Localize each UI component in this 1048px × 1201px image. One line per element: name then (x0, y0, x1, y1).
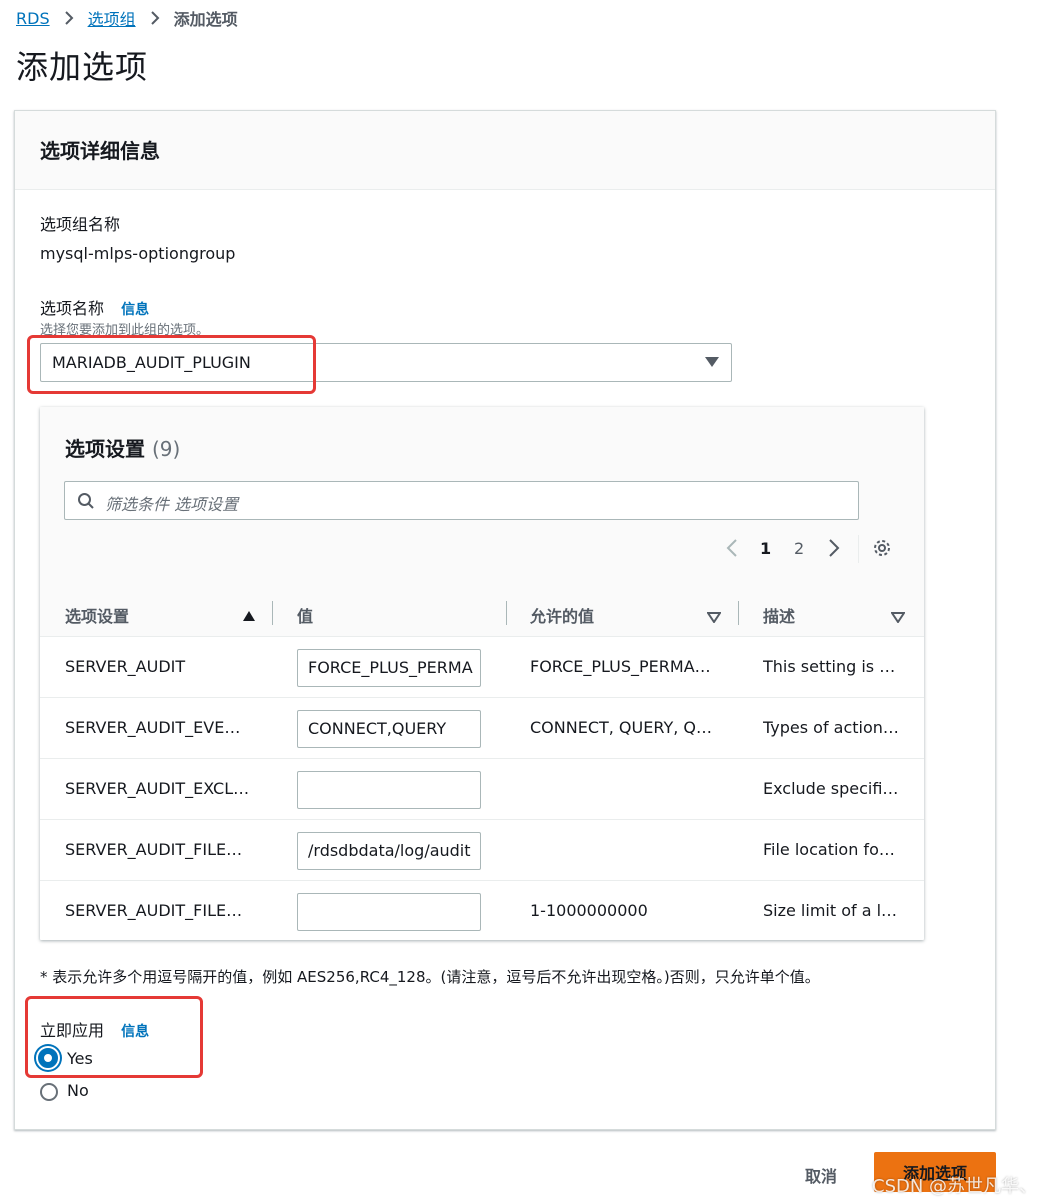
page-title: 添加选项 (16, 48, 149, 86)
column-description[interactable]: 描述 (763, 603, 795, 627)
panel-header: 选项详细信息 (15, 111, 995, 190)
breadcrumb-option-group-link[interactable]: 选项组 (88, 6, 136, 30)
table-column-header: 选项设置 值 允许的值 描述 (40, 589, 924, 637)
table-title: 选项设置 (9) (65, 433, 180, 462)
sort-down-icon[interactable] (706, 608, 722, 627)
option-details-panel: 选项详细信息 选项组名称 mysql-mlps-optiongroup 选项名称… (14, 110, 996, 1130)
table-count: (9) (151, 437, 181, 461)
column-value: 值 (297, 607, 314, 626)
row-description: This setting is … (763, 657, 896, 676)
row-allowed-values: FORCE_PLUS_PERMA… (530, 657, 711, 676)
table-row: SERVER_AUDIT FORCE_PLUS_PERMA FORCE_PLUS… (40, 637, 924, 698)
table-row: SERVER_AUDIT_EVE… CONNECT,QUERY CONNECT,… (40, 698, 924, 759)
filter-input[interactable]: 筛选条件 选项设置 (64, 481, 859, 520)
multi-value-note: * 表示允许多个用逗号隔开的值，例如 AES256,RC4_128。(请注意，逗… (40, 968, 820, 986)
panel-title: 选项详细信息 (40, 139, 160, 163)
option-name-label-row: 选项名称 信息 (40, 295, 149, 319)
breadcrumb-current: 添加选项 (173, 10, 238, 29)
search-icon (77, 492, 95, 514)
row-value-input[interactable] (297, 893, 481, 931)
chevron-left-icon[interactable] (726, 538, 738, 562)
column-divider (272, 601, 273, 625)
watermark: CSDN @苏世凡华、 (872, 1176, 1038, 1197)
highlight-box-option-name (27, 335, 316, 394)
breadcrumb: RDS 选项组 添加选项 (16, 6, 238, 30)
row-setting-name: SERVER_AUDIT_FILE… (65, 901, 243, 920)
row-value-input[interactable]: FORCE_PLUS_PERMA (297, 649, 481, 687)
group-name-label: 选项组名称 (40, 215, 121, 234)
chevron-right-icon (150, 10, 160, 26)
row-description: Size limit of a l… (763, 901, 898, 920)
group-name-value: mysql-mlps-optiongroup (40, 244, 236, 263)
column-divider (738, 601, 739, 625)
row-setting-name: SERVER_AUDIT (65, 657, 186, 676)
cancel-button[interactable]: 取消 (805, 1163, 837, 1187)
chevron-right-icon (64, 10, 74, 26)
caret-down-icon (705, 357, 719, 367)
option-settings-table: 选项设置 (9) 筛选条件 选项设置 1 2 选项设置 值 允许的值 描述 SE… (40, 407, 924, 940)
pager-divider (858, 535, 859, 563)
row-allowed-values: 1-1000000000 (530, 901, 648, 920)
row-setting-name: SERVER_AUDIT_EVE… (65, 718, 241, 737)
row-setting-name: SERVER_AUDIT_EXCL… (65, 779, 250, 798)
chevron-right-icon[interactable] (828, 538, 840, 562)
page-1[interactable]: 1 (760, 539, 771, 558)
row-value-input[interactable]: /rdsdbdata/log/audit (297, 832, 481, 870)
table-row: SERVER_AUDIT_FILE… /rdsdbdata/log/audit … (40, 820, 924, 881)
option-name-info-link[interactable]: 信息 (121, 302, 149, 318)
page-2[interactable]: 2 (794, 539, 804, 558)
filter-placeholder: 筛选条件 选项设置 (105, 495, 239, 514)
row-setting-name: SERVER_AUDIT_FILE… (65, 840, 243, 859)
row-description: File location fo… (763, 840, 895, 859)
radio-no[interactable] (40, 1083, 58, 1101)
row-allowed-values: CONNECT, QUERY, Q… (530, 718, 712, 737)
row-value-input[interactable]: CONNECT,QUERY (297, 710, 481, 748)
row-description: Exclude specifi… (763, 779, 899, 798)
sort-down-icon[interactable] (890, 608, 906, 627)
highlight-box-apply (25, 996, 203, 1078)
table-row: SERVER_AUDIT_FILE… 1-1000000000 Size lim… (40, 881, 924, 940)
radio-no-label[interactable]: No (67, 1081, 89, 1100)
table-header-area: 选项设置 (9) 筛选条件 选项设置 1 2 (40, 407, 924, 589)
table-row: SERVER_AUDIT_EXCL… Exclude specifi… (40, 759, 924, 820)
breadcrumb-rds-link[interactable]: RDS (16, 9, 50, 28)
column-divider (506, 601, 507, 625)
row-description: Types of action… (763, 718, 899, 737)
gear-icon[interactable] (872, 538, 892, 562)
sort-ascending-icon[interactable] (242, 607, 256, 626)
column-allowed-values[interactable]: 允许的值 (530, 603, 594, 627)
option-name-label: 选项名称 (40, 299, 105, 318)
table-title-text: 选项设置 (65, 437, 145, 461)
column-name[interactable]: 选项设置 (65, 603, 129, 627)
row-value-input[interactable] (297, 771, 481, 809)
